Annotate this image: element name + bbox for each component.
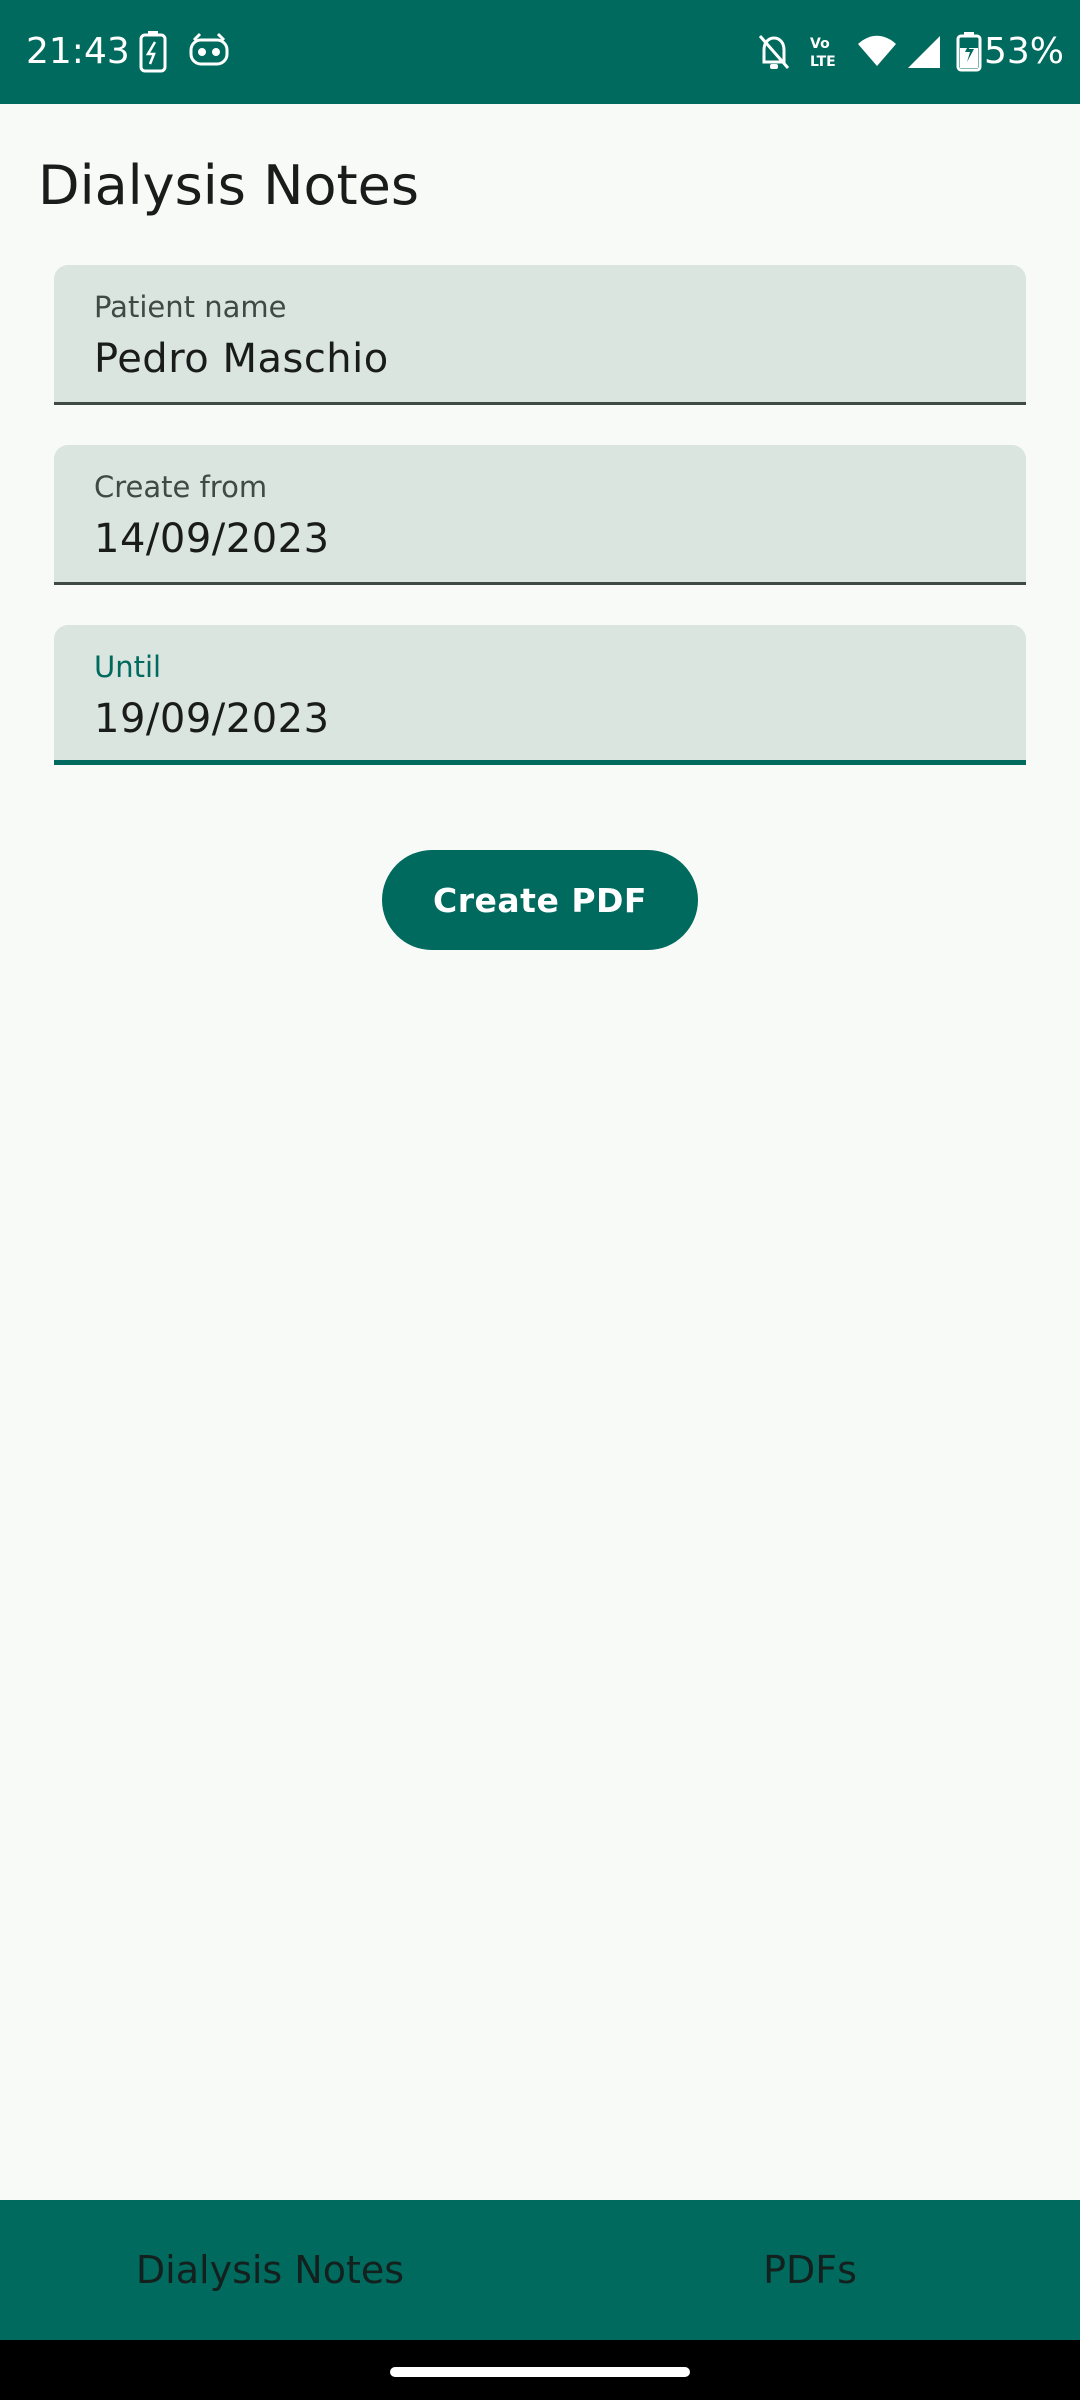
create-from-field[interactable]: Create from 14/09/2023 (54, 445, 1026, 585)
patient-name-value[interactable]: Pedro Maschio (94, 333, 389, 385)
create-from-value[interactable]: 14/09/2023 (94, 513, 330, 565)
page-title: Dialysis Notes (38, 154, 420, 217)
app-notification-icon (188, 30, 230, 74)
system-navigation-bar (0, 2340, 1080, 2400)
home-gesture-handle[interactable] (390, 2367, 690, 2377)
signal-icon (906, 30, 942, 74)
battery-percentage: 53% (984, 31, 1065, 72)
create-from-label: Create from (94, 470, 268, 504)
volte-icon: Vo LTE (808, 30, 848, 74)
status-time: 21:43 (26, 31, 130, 72)
wifi-icon (856, 30, 898, 74)
until-field[interactable]: Until 19/09/2023 (54, 625, 1026, 765)
nav-item-pdfs[interactable]: PDFs (540, 2200, 1080, 2340)
svg-text:Vo: Vo (810, 36, 830, 52)
status-bar: 21:43 Vo LTE 53% (0, 0, 1080, 104)
bottom-navigation: Dialysis Notes PDFs (0, 2200, 1080, 2340)
battery-charging-icon (956, 30, 982, 74)
battery-saver-icon (138, 30, 168, 74)
until-value[interactable]: 19/09/2023 (94, 693, 330, 745)
create-pdf-button[interactable]: Create PDF (382, 850, 698, 950)
until-label: Until (94, 650, 162, 684)
svg-text:LTE: LTE (810, 54, 836, 70)
nav-item-dialysis-notes[interactable]: Dialysis Notes (0, 2200, 540, 2340)
bell-off-icon (756, 30, 792, 74)
patient-name-field[interactable]: Patient name Pedro Maschio (54, 265, 1026, 405)
patient-name-label: Patient name (94, 290, 287, 324)
